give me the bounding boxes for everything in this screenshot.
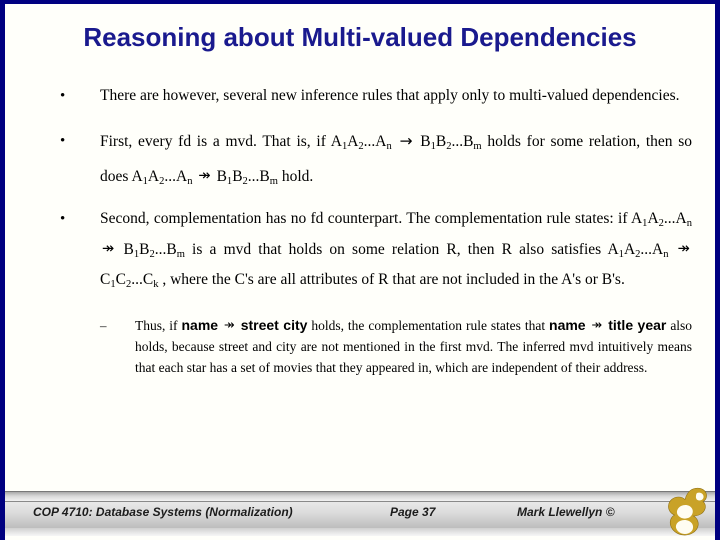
bullet-3-lhs-attrs-2: A1A2...An [607, 241, 675, 261]
slide-body: • There are however, several new inferen… [0, 86, 720, 378]
sub-bullet-item: – Thus, if name ↠ street city holds, the… [0, 315, 720, 378]
sub-bullet-seg2: holds, the complementation rule states t… [311, 318, 546, 334]
attr-A: A [147, 168, 160, 186]
bullet-3-part3: , where the C's are all attributes of R … [162, 271, 625, 289]
attr-B: B [420, 133, 431, 150]
bullet-1-text: There are however, several new inference… [100, 87, 680, 104]
bullet-marker-icon: • [60, 211, 66, 228]
attr-B-ellipsis: ...B [154, 241, 177, 259]
subscript-n: n [187, 176, 193, 188]
footer-author-label: Mark Llewellyn © [517, 505, 615, 519]
sub-bullet-seg1: Thus, if [135, 318, 178, 334]
attr-A-ellipsis: ...A [164, 168, 188, 186]
subscript-m: m [473, 140, 482, 152]
bullet-3-rhs-c-attrs: C1C2...Ck [100, 271, 162, 291]
subscript-n: n [686, 218, 692, 230]
bullet-item-1: • There are however, several new inferen… [0, 86, 720, 106]
bullet-2-part3: hold. [281, 168, 314, 186]
mvd-arrow-icon: ↠ [198, 167, 211, 184]
attr-C: C [115, 271, 126, 289]
attr-A: A [347, 133, 359, 150]
slide-border-top [0, 0, 720, 4]
attr-A: A [623, 241, 636, 259]
bullet-3-lhs-attrs: A1A2...An [630, 210, 692, 230]
attribute-street-city: street city [240, 317, 308, 334]
bullet-3-part2: is a mvd that holds on some relation R, … [192, 241, 602, 259]
attr-A: A [607, 241, 619, 259]
sub-bullet-marker-icon: – [100, 318, 107, 334]
bullet-2-lhs-attrs-2: A1A2...An [131, 168, 196, 188]
subscript-k: k [153, 279, 159, 291]
bullet-3-tail: C1C2...Ck , where the C's are all attrib… [100, 271, 625, 291]
subscript-m: m [269, 176, 278, 188]
attr-A-ellipsis: ...A [363, 133, 387, 150]
footer-divider-top [5, 491, 715, 501]
footer-course-label: COP 4710: Database Systems (Normalizatio… [33, 505, 293, 519]
attr-B: B [139, 241, 150, 259]
attr-A-ellipsis: ...A [663, 210, 687, 228]
attr-A: A [330, 133, 342, 150]
bullet-2-rhs-attrs-2: B1B2...Bm [216, 168, 282, 188]
bullet-item-2: • First, every fd is a mvd. That is, if … [0, 124, 720, 194]
attr-C-ellipsis: ...C [131, 271, 154, 289]
bullet-3-part1: Second, complementation has no fd counte… [100, 210, 628, 228]
subscript-n: n [386, 140, 392, 152]
footer-divider-bottom [5, 528, 715, 536]
attr-B: B [232, 168, 243, 186]
mvd-arrow-icon: ↠ [591, 318, 603, 334]
attr-C: C [100, 271, 111, 289]
attr-A: A [647, 210, 659, 228]
attr-A-ellipsis: ...A [640, 241, 664, 259]
attr-B-ellipsis: ...B [451, 133, 474, 150]
bullet-2-part1: First, every fd is a mvd. That is, if [100, 133, 326, 150]
subscript-n: n [663, 249, 669, 261]
attr-A: A [131, 168, 143, 186]
mvd-arrow-icon: ↠ [102, 240, 115, 258]
attribute-name: name [181, 317, 219, 334]
attr-B: B [216, 168, 227, 186]
attr-B: B [123, 241, 134, 259]
attribute-title-year: title year [608, 317, 667, 334]
attr-B: B [435, 133, 447, 150]
ucf-pegasus-logo [668, 487, 707, 536]
footer-page-number: Page 37 [390, 505, 436, 519]
bullet-marker-icon: • [60, 133, 66, 149]
mvd-arrow-icon: ↠ [224, 318, 235, 334]
mvd-arrow-icon: ↠ [677, 240, 690, 258]
bullet-2-rhs-attrs: B1B2...Bm [420, 133, 487, 152]
bullet-item-3: • Second, complementation has no fd coun… [0, 204, 720, 295]
fd-arrow-icon: → [399, 132, 413, 150]
attr-A: A [630, 210, 643, 228]
attr-B-ellipsis: ...B [247, 168, 270, 186]
subscript-m: m [176, 249, 185, 261]
slide: Reasoning about Multi-valued Dependencie… [0, 0, 720, 540]
bullet-3-rhs-attrs: B1B2...Bm [123, 241, 193, 261]
slide-title: Reasoning about Multi-valued Dependencie… [83, 22, 637, 52]
attribute-name: name [549, 317, 586, 334]
bullet-marker-icon: • [60, 88, 66, 104]
bullet-2-lhs-attrs: A1A2...An [330, 133, 398, 152]
